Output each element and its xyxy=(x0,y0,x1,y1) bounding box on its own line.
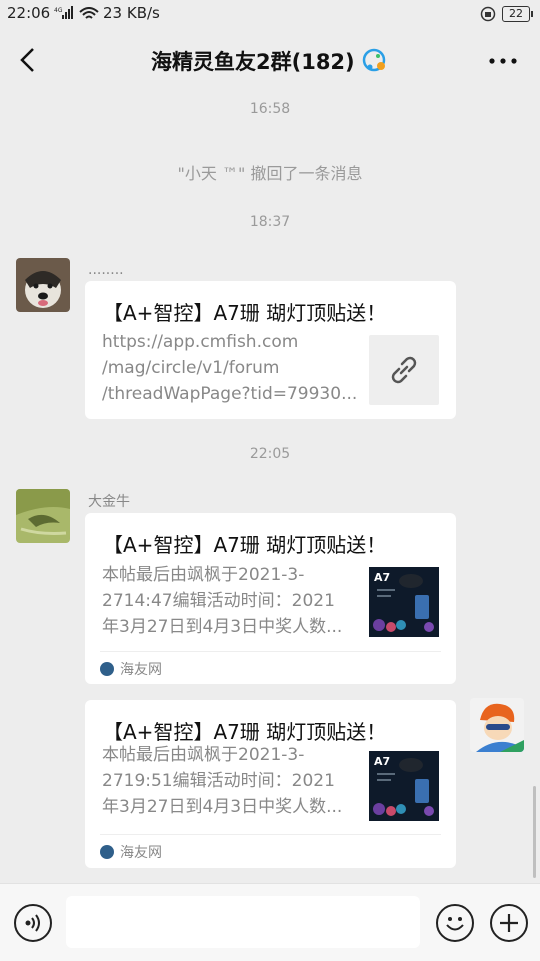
article-thumbnail: A7 xyxy=(369,751,441,821)
network-type: 4G xyxy=(54,7,63,14)
signal-icon: 4G xyxy=(54,6,73,19)
article-card[interactable]: 【A+智控】A7珊 瑚灯顶贴送！ 本帖最后由飒枫于2021-3- 2714:47… xyxy=(85,513,456,684)
url-line: https://app.cmfish.com xyxy=(102,332,299,352)
emoji-button[interactable] xyxy=(436,904,474,942)
source-name: 海友网 xyxy=(120,662,162,678)
sender-name: 大金牛 xyxy=(88,494,130,510)
article-card[interactable]: 【A+智控】A7珊 瑚灯顶贴送！ 本帖最后由飒枫于2021-3- 2719:51… xyxy=(85,700,456,868)
card-divider xyxy=(100,834,441,835)
lizard-avatar-icon xyxy=(16,489,70,543)
desc-line: 本帖最后由飒枫于2021-3- xyxy=(102,745,305,765)
more-options-button[interactable] xyxy=(488,56,518,66)
sender-name: ........ xyxy=(88,262,124,278)
product-image-icon: A7 xyxy=(369,567,439,637)
recall-notice: "小天 ™" 撤回了一条消息 xyxy=(177,164,363,183)
timestamp: 16:58 xyxy=(249,101,291,117)
card-source: 海友网 xyxy=(100,842,162,862)
thumb-label: A7 xyxy=(374,755,390,768)
card-divider xyxy=(100,651,441,652)
link-card[interactable]: 【A+智控】A7珊 瑚灯顶贴送！ https://app.cmfish.com … xyxy=(85,281,456,419)
source-logo-icon xyxy=(100,662,114,676)
battery-indicator: 22 xyxy=(502,6,533,22)
chat-title: 海精灵鱼友2群(182) xyxy=(151,50,355,74)
source-name: 海友网 xyxy=(120,845,162,861)
card-description: 本帖最后由飒枫于2021-3- 2714:47编辑活动时间：2021 年3月27… xyxy=(102,562,342,640)
group-chat-badge-icon xyxy=(362,48,385,72)
link-icon xyxy=(391,356,417,384)
desc-line: 年3月27日到4月3日中奖人数... xyxy=(102,617,343,637)
url-line: /mag/circle/v1/forum xyxy=(102,358,280,378)
status-bar: 22:06 4G 23 KB/s 22 xyxy=(0,0,540,28)
alarm-icon xyxy=(480,6,496,22)
product-image-icon: A7 xyxy=(369,751,439,821)
voice-input-icon xyxy=(25,914,40,932)
back-button[interactable] xyxy=(16,46,40,74)
chat-header: 海精灵鱼友2群(182) xyxy=(0,28,540,92)
card-title: 【A+智控】A7珊 瑚灯顶贴送！ xyxy=(103,301,387,325)
desc-line: 2714:47编辑活动时间：2021 xyxy=(102,591,335,611)
avatar[interactable] xyxy=(16,489,70,543)
avatar[interactable] xyxy=(16,258,70,312)
dog-avatar-icon xyxy=(16,258,70,312)
desc-line: 本帖最后由飒枫于2021-3- xyxy=(102,565,305,585)
article-thumbnail: A7 xyxy=(369,567,441,637)
wifi-icon xyxy=(79,7,99,19)
card-url: https://app.cmfish.com /mag/circle/v1/fo… xyxy=(102,329,357,407)
status-time: 22:06 xyxy=(7,4,51,22)
source-logo-icon xyxy=(100,845,114,859)
timestamp: 22:05 xyxy=(249,446,291,462)
more-actions-button[interactable] xyxy=(490,904,528,942)
message-input[interactable] xyxy=(66,896,420,948)
card-title: 【A+智控】A7珊 瑚灯顶贴送！ xyxy=(103,720,387,744)
plus-icon xyxy=(500,914,518,932)
card-source: 海友网 xyxy=(100,659,162,679)
voice-input-button[interactable] xyxy=(14,904,52,942)
network-speed: 23 KB/s xyxy=(103,4,160,22)
my-avatar[interactable] xyxy=(470,698,524,752)
desc-line: 年3月27日到4月3日中奖人数... xyxy=(102,797,343,817)
card-description: 本帖最后由飒枫于2021-3- 2719:51编辑活动时间：2021 年3月27… xyxy=(102,742,342,820)
emoji-icon xyxy=(446,917,464,931)
chat-title-group[interactable]: 海精灵鱼友2群(182) xyxy=(151,46,391,76)
url-line: /threadWapPage?tid=79930... xyxy=(102,384,358,404)
link-thumbnail xyxy=(369,335,439,405)
timestamp: 18:37 xyxy=(249,214,291,230)
cartoon-avatar-icon xyxy=(470,698,524,752)
scrollbar[interactable] xyxy=(533,786,536,878)
card-title: 【A+智控】A7珊 瑚灯顶贴送！ xyxy=(103,533,387,557)
thumb-label: A7 xyxy=(374,571,390,584)
input-bar xyxy=(0,883,540,961)
desc-line: 2719:51编辑活动时间：2021 xyxy=(102,771,335,791)
